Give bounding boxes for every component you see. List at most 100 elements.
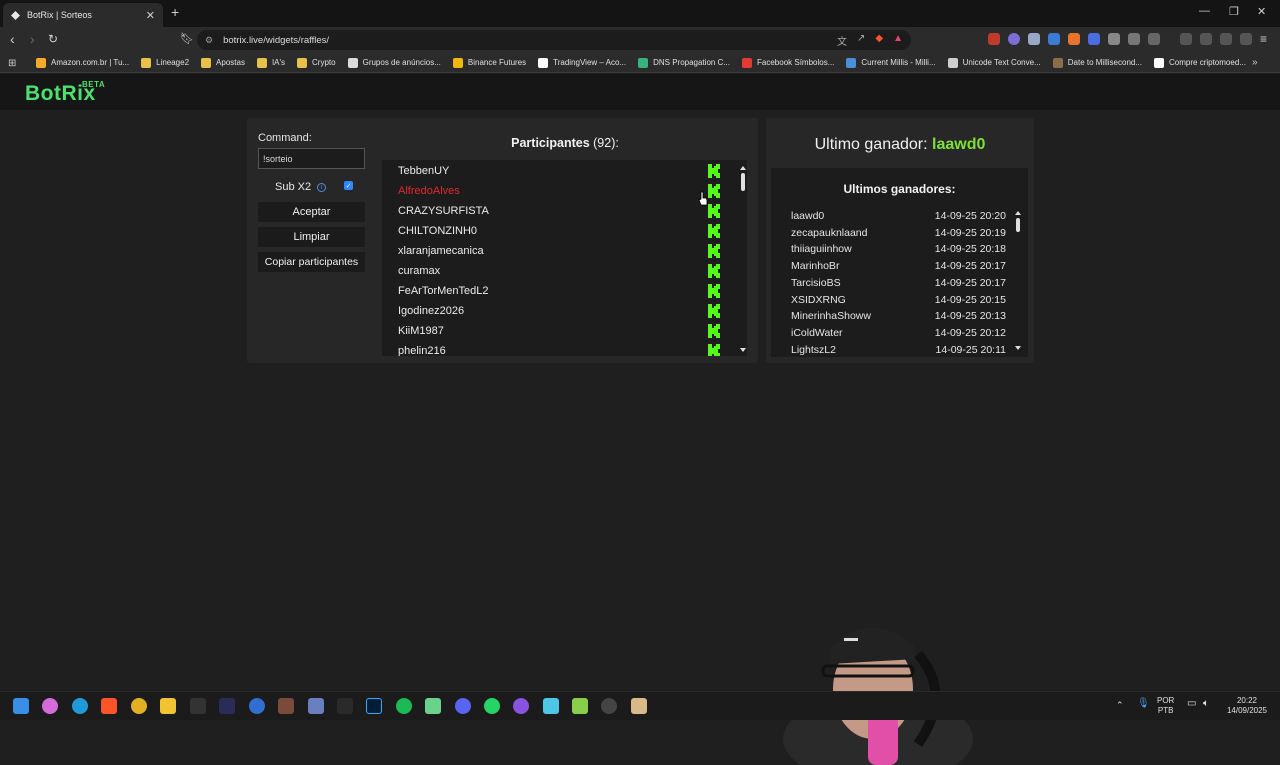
command-input[interactable] bbox=[258, 148, 365, 169]
chrome-icon[interactable] bbox=[131, 698, 147, 714]
participant-name: phelin216 bbox=[398, 345, 446, 356]
info-icon[interactable]: i bbox=[317, 182, 327, 192]
participant-row[interactable]: curamax bbox=[398, 261, 728, 281]
participant-row[interactable]: phelin216 bbox=[398, 341, 728, 356]
discord-icon[interactable] bbox=[455, 698, 471, 714]
maps-icon[interactable] bbox=[249, 698, 265, 714]
participant-row[interactable]: FeArTorMenTedL2 bbox=[398, 281, 728, 301]
brave-icon[interactable] bbox=[101, 698, 117, 714]
extension-icon[interactable] bbox=[1008, 33, 1020, 45]
clear-button[interactable]: Limpiar bbox=[258, 227, 365, 247]
copilot-icon[interactable] bbox=[42, 698, 58, 714]
wallet-icon[interactable] bbox=[1200, 33, 1212, 45]
winner-time: 14-09-25 20:11 bbox=[935, 343, 1006, 356]
minimize-icon[interactable]: — bbox=[1199, 5, 1210, 17]
clock[interactable]: 20:22 14/09/2025 bbox=[1225, 696, 1269, 716]
tab-botrix[interactable]: BotRix | Sorteos ✕ bbox=[3, 3, 163, 27]
share-icon[interactable]: ↗ bbox=[857, 33, 865, 48]
bookmark-item[interactable]: Binance Futures bbox=[452, 57, 526, 68]
extension-icon[interactable] bbox=[1068, 33, 1080, 45]
site-settings-icon[interactable]: ⚙ bbox=[205, 35, 213, 46]
extension-icon[interactable] bbox=[1148, 33, 1160, 45]
bookmark-item[interactable]: Grupos de anúncios... bbox=[347, 57, 441, 68]
botrix-logo[interactable]: BotRix BETA bbox=[25, 80, 105, 106]
edge-icon[interactable] bbox=[72, 698, 88, 714]
leo-icon[interactable] bbox=[1220, 33, 1232, 45]
windows-start-icon[interactable] bbox=[13, 698, 29, 714]
whatsapp-icon[interactable] bbox=[484, 698, 500, 714]
bookmark-item[interactable]: Current Millis - Milli... bbox=[846, 57, 936, 68]
participant-row[interactable]: KiiM1987 bbox=[398, 321, 728, 341]
language-indicator[interactable]: POR PTB bbox=[1157, 696, 1174, 716]
app-icon[interactable] bbox=[601, 698, 617, 714]
brave-shield-icon[interactable]: ◆ bbox=[875, 33, 883, 48]
participant-row[interactable]: CRAZYSURFISTA bbox=[398, 201, 728, 221]
participant-row[interactable]: TebbenUY bbox=[398, 161, 728, 181]
bookmark-item[interactable]: DNS Propagation C... bbox=[638, 57, 730, 68]
network-icon[interactable]: ▭ bbox=[1187, 699, 1196, 709]
bookmark-icon[interactable]: 🔖︎ bbox=[180, 32, 194, 45]
translate-icon[interactable]: 文 bbox=[837, 33, 847, 48]
participants-list[interactable]: TebbenUY AlfredoAlves CRAZYSURFISTA CHILTON… bbox=[382, 160, 747, 356]
bookmark-item[interactable]: Facebook Símbolos... bbox=[742, 57, 834, 68]
game-icon[interactable] bbox=[278, 698, 294, 714]
new-tab-icon[interactable]: + bbox=[171, 4, 179, 20]
app-icon[interactable] bbox=[572, 698, 588, 714]
forward-icon[interactable]: › bbox=[30, 31, 35, 47]
extension-icon[interactable] bbox=[1088, 33, 1100, 45]
more-bookmarks-icon[interactable]: » bbox=[1252, 57, 1258, 68]
bookmark-item[interactable]: TradingView – Aco... bbox=[538, 57, 626, 68]
participant-row[interactable]: CHILTONZINH0 bbox=[398, 221, 728, 241]
app-icon[interactable] bbox=[219, 698, 235, 714]
bookmark-item[interactable]: Lineage2 bbox=[141, 57, 189, 68]
brave-rewards-icon[interactable]: ▲ bbox=[893, 33, 903, 48]
microphone-icon[interactable]: 🎙︎ bbox=[1137, 699, 1150, 709]
participant-row[interactable]: AlfredoAlves bbox=[398, 181, 728, 201]
menu-icon[interactable]: ≡ bbox=[1260, 32, 1267, 46]
extension-icon[interactable] bbox=[1108, 33, 1120, 45]
participant-row[interactable]: xlaranjamecanica bbox=[398, 241, 728, 261]
volume-icon[interactable]: 🔈︎ bbox=[1203, 699, 1209, 709]
tab-close-icon[interactable]: ✕ bbox=[146, 9, 155, 22]
apps-grid-icon[interactable]: ⊞ bbox=[8, 58, 18, 69]
address-bar[interactable]: ⚙ botrix.live/widgets/raffles/ 文 ↗ ◆ ▲ bbox=[197, 30, 911, 50]
app-icon[interactable] bbox=[631, 698, 647, 714]
app-icon[interactable] bbox=[337, 698, 353, 714]
photoshop-icon[interactable] bbox=[366, 698, 382, 714]
bookmark-item[interactable]: Amazon.com.br | Tu... bbox=[36, 57, 130, 68]
winners-scrollbar[interactable] bbox=[1014, 209, 1022, 352]
bookmark-item[interactable]: IA's bbox=[256, 57, 285, 68]
reload-icon[interactable]: ↻ bbox=[48, 32, 58, 46]
back-icon[interactable]: ‹ bbox=[10, 31, 15, 47]
extension-icon[interactable] bbox=[988, 33, 1000, 45]
sub-x2-checkbox[interactable]: ✓ bbox=[344, 181, 353, 190]
window-close-icon[interactable]: ✕ bbox=[1257, 5, 1266, 18]
bookmark-item[interactable]: Crypto bbox=[297, 57, 336, 68]
last-winner: Ultimo ganador: laawd0 bbox=[766, 136, 1034, 154]
copy-participants-button[interactable]: Copiar participantes bbox=[258, 252, 365, 272]
app-icon[interactable] bbox=[513, 698, 529, 714]
bookmark-item[interactable]: Date to Millisecond... bbox=[1052, 57, 1142, 68]
bookmark-item[interactable]: Apostas bbox=[201, 57, 245, 68]
file-explorer-icon[interactable] bbox=[160, 698, 176, 714]
participants-scrollbar[interactable] bbox=[739, 164, 747, 354]
extensions-puzzle-icon[interactable] bbox=[1128, 33, 1140, 45]
app-icon[interactable] bbox=[425, 698, 441, 714]
extension-icon[interactable] bbox=[1048, 33, 1060, 45]
restore-icon[interactable]: ❐ bbox=[1229, 5, 1239, 18]
bookmark-item[interactable]: Compre criptomoed... bbox=[1154, 57, 1246, 68]
accept-button[interactable]: Aceptar bbox=[258, 202, 365, 222]
extension-icon[interactable] bbox=[1028, 33, 1040, 45]
app-icon[interactable] bbox=[308, 698, 324, 714]
participant-row[interactable]: Igodinez2026 bbox=[398, 301, 728, 321]
sidebar-icon[interactable] bbox=[1180, 33, 1192, 45]
vpn-icon[interactable] bbox=[1240, 33, 1252, 45]
tray-chevron-icon[interactable]: ⌃ bbox=[1116, 700, 1124, 710]
notepad-icon[interactable] bbox=[543, 698, 559, 714]
app-icon[interactable] bbox=[190, 698, 206, 714]
bookmark-icon bbox=[452, 57, 463, 68]
bookmark-item[interactable]: Unicode Text Conve... bbox=[947, 57, 1041, 68]
bookmark-label: Amazon.com.br | Tu... bbox=[51, 58, 130, 67]
spotify-icon[interactable] bbox=[396, 698, 412, 714]
scroll-down-icon bbox=[1015, 346, 1021, 350]
